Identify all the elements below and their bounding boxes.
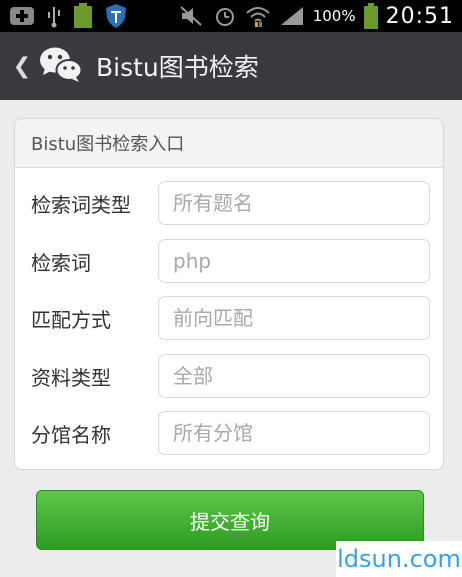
signal-percent: 100% — [312, 7, 356, 25]
material-type-label: 资料类型 — [31, 366, 111, 390]
branch-label: 分馆名称 — [31, 423, 111, 447]
usb-icon — [46, 4, 62, 28]
clock: 20:51 — [385, 3, 454, 29]
branch-select[interactable] — [158, 411, 430, 455]
signal-icon — [279, 5, 305, 27]
keyword-label: 检索词 — [31, 251, 91, 275]
add-notification-icon — [8, 5, 36, 27]
search-form-panel: Bistu图书检索入口 检索词类型 检索词 匹配方式 资料类型 分馆名称 — [14, 118, 444, 470]
watermark: ldsun.com — [336, 541, 462, 577]
match-mode-select[interactable] — [158, 296, 430, 340]
search-type-select[interactable] — [158, 181, 430, 225]
form-row-branch: 分馆名称 — [15, 411, 443, 457]
battery-icon — [363, 3, 378, 29]
wechat-logo-icon[interactable] — [38, 44, 84, 88]
alarm-icon — [213, 4, 237, 28]
search-type-label: 检索词类型 — [31, 193, 131, 217]
shield-icon — [104, 3, 128, 29]
keyword-input[interactable] — [158, 239, 430, 283]
material-type-select[interactable] — [158, 354, 430, 398]
app-bar: ❮ Bistu图书检索 — [0, 32, 462, 100]
match-mode-label: 匹配方式 — [31, 308, 111, 332]
form-row-search-type: 检索词类型 — [15, 181, 443, 227]
back-chevron-icon[interactable]: ❮ — [8, 54, 36, 79]
form-row-match-mode: 匹配方式 — [15, 296, 443, 342]
form-row-keyword: 检索词 — [15, 239, 443, 285]
form-row-material-type: 资料类型 — [15, 354, 443, 400]
mute-icon — [179, 5, 205, 27]
page-title: Bistu图书检索 — [96, 53, 259, 82]
form-header: Bistu图书检索入口 — [15, 119, 443, 168]
battery-full-icon — [72, 3, 94, 29]
status-bar: 100% 20:51 — [0, 0, 462, 32]
wifi-icon — [245, 4, 271, 28]
